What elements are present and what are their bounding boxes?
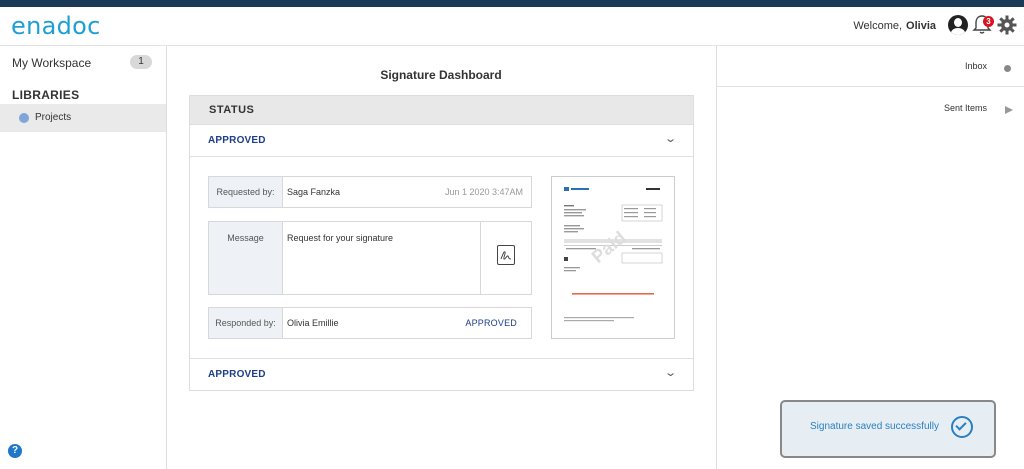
status-header-label: STATUS <box>209 104 255 116</box>
help-icon[interactable]: ? <box>8 444 22 458</box>
message-row: Message Request for your signature <box>208 221 532 295</box>
requested-by-label-cell: Requested by: <box>209 177 283 207</box>
send-arrow-icon <box>1005 106 1013 114</box>
accordion-approved-2[interactable]: APPROVED ⌄ <box>190 358 693 390</box>
check-circle-icon <box>951 416 973 438</box>
sent-items-label: Sent Items <box>943 103 987 113</box>
signature-button[interactable] <box>480 222 531 294</box>
user-name: Olivia <box>906 20 936 32</box>
signature-icon <box>497 245 515 265</box>
responded-by-label-cell: Responded by: <box>209 308 283 338</box>
requested-date: Jun 1 2020 3:47AM <box>444 187 523 197</box>
welcome-text: Welcome, Olivia <box>853 20 936 32</box>
toast-message: Signature saved successfully <box>810 421 939 432</box>
document-thumbnail[interactable]: Paid <box>551 176 675 339</box>
requested-by-value: Saga Fanzka <box>287 187 341 197</box>
sidebar: My Workspace 1 LIBRARIES Projects ? <box>0 46 167 469</box>
page-title: Signature Dashboard <box>380 68 502 82</box>
accordion-label: APPROVED <box>208 135 266 146</box>
accordion-label: APPROVED <box>208 369 266 380</box>
requested-by-label: Requested by: <box>216 187 275 197</box>
sidebar-item-label: Projects <box>35 112 72 123</box>
responded-by-label: Responded by: <box>215 318 276 328</box>
response-status: APPROVED <box>465 318 517 328</box>
sent-items-item[interactable]: Sent Items <box>717 88 1024 128</box>
message-label-cell: Message <box>209 222 283 294</box>
responded-by-row: Responded by: Olivia Emillie APPROVED <box>208 307 532 339</box>
main-content: Signature Dashboard STATUS APPROVED ⌄ Re… <box>167 46 715 469</box>
sidebar-item-projects[interactable]: Projects <box>0 104 166 132</box>
accordion-approved-1[interactable]: APPROVED ⌄ <box>190 125 693 157</box>
user-avatar-icon[interactable] <box>948 15 968 35</box>
success-toast[interactable]: Signature saved successfully <box>780 400 996 458</box>
status-header: STATUS <box>190 96 693 125</box>
inbox-label: Inbox <box>964 61 987 71</box>
inbox-item[interactable]: Inbox <box>717 46 1024 87</box>
libraries-heading: LIBRARIES <box>12 88 80 102</box>
requested-by-row: Requested by: Saga Fanzka Jun 1 2020 3:4… <box>208 176 532 208</box>
message-value: Request for your signature <box>287 233 394 243</box>
notification-badge: 3 <box>983 16 994 27</box>
workspace-count-badge: 1 <box>130 55 152 69</box>
responded-by-value: Olivia Emillie <box>287 318 339 328</box>
chevron-down-icon[interactable]: ⌄ <box>664 132 677 145</box>
app-logo[interactable]: enadoc <box>11 12 101 40</box>
status-panel: STATUS APPROVED ⌄ Requested by: Saga Fan… <box>189 95 694 391</box>
message-label: Message <box>227 233 264 243</box>
library-dot-icon <box>19 113 29 123</box>
chevron-down-icon[interactable]: ⌄ <box>664 366 677 379</box>
top-accent-bar <box>0 0 1024 7</box>
app-header: enadoc Welcome, Olivia 3 <box>0 7 1024 46</box>
gear-icon[interactable] <box>997 15 1017 35</box>
welcome-label: Welcome, <box>853 20 903 32</box>
inbox-dot-icon <box>1004 65 1011 72</box>
my-workspace-link[interactable]: My Workspace <box>12 56 91 70</box>
